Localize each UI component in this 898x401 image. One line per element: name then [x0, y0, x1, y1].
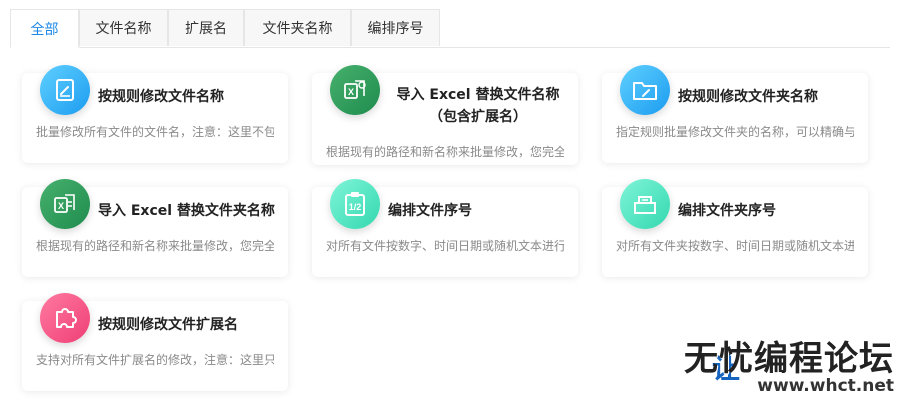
- card-title: 按规则修改文件名称: [98, 89, 224, 105]
- card-description: 支持对所有文件扩展名的修改，注意：这里只: [36, 353, 274, 367]
- card-folder-sequence[interactable]: 编排文件夹序号 对所有文件夹按数字、时间日期或随机文本进: [602, 179, 868, 277]
- edit-document-icon: [40, 65, 90, 115]
- tab-sequence[interactable]: 编排序号: [351, 9, 440, 46]
- watermark-title: 无忧编程论坛: [684, 339, 894, 379]
- card-rename-files[interactable]: 按规则修改文件名称 批量修改所有文件的文件名，注意：这里不包: [22, 65, 288, 163]
- card-title-line2: （包含扩展名）: [429, 109, 527, 125]
- watermark-url: www.whct.net: [757, 376, 894, 396]
- folder-edit-icon: [620, 65, 670, 115]
- card-rename-extension[interactable]: 按规则修改文件扩展名 支持对所有文件扩展名的修改，注意：这里只: [22, 293, 288, 391]
- svg-text:X: X: [348, 87, 354, 97]
- card-excel-replace-files[interactable]: X 导入 Excel 替换文件名称 （包含扩展名） 根据现有的路径和新名称来批量…: [312, 65, 578, 165]
- card-description: 对所有文件按数字、时间日期或随机文本进行: [326, 239, 564, 253]
- card-description: 根据现有的路径和新名称来批量修改，您完全: [326, 145, 564, 159]
- card-title-line1: 导入 Excel 替换文件名称: [396, 87, 560, 103]
- card-title: 导入 Excel 替换文件夹名称: [98, 203, 275, 219]
- card-title: 按规则修改文件扩展名: [98, 317, 238, 333]
- excel-replace-icon: X: [40, 179, 90, 229]
- card-title: 编排文件序号: [388, 203, 472, 219]
- excel-replace-icon: X: [330, 65, 380, 115]
- card-description: 指定规则批量修改文件夹的名称，可以精确与: [616, 125, 854, 139]
- tab-all[interactable]: 全部: [10, 9, 79, 48]
- puzzle-icon: [40, 293, 90, 343]
- clipboard-number-icon: 1/2: [330, 179, 380, 229]
- tab-extension[interactable]: 扩展名: [168, 9, 244, 46]
- tab-file-name[interactable]: 文件名称: [79, 9, 168, 46]
- card-excel-replace-folders[interactable]: X 导入 Excel 替换文件夹名称 根据现有的路径和新名称来批量修改，您完全: [22, 179, 288, 277]
- tab-folder-name[interactable]: 文件夹名称: [244, 9, 351, 46]
- svg-text:X: X: [58, 201, 64, 211]
- card-title: 导入 Excel 替换文件名称 （包含扩展名）: [388, 84, 568, 128]
- card-rename-folders[interactable]: 按规则修改文件夹名称 指定规则批量修改文件夹的名称，可以精确与: [602, 65, 868, 163]
- card-title: 编排文件夹序号: [678, 203, 776, 219]
- watermark: 无忧编程论坛 www.whct.net: [684, 342, 894, 395]
- card-description: 批量修改所有文件的文件名，注意：这里不包: [36, 125, 274, 139]
- tab-bar: 全部 文件名称 扩展名 文件夹名称 编排序号: [10, 8, 890, 48]
- card-title: 按规则修改文件夹名称: [678, 89, 818, 105]
- folder-number-icon: [620, 179, 670, 229]
- card-description: 对所有文件夹按数字、时间日期或随机文本进: [616, 239, 854, 253]
- svg-text:1/2: 1/2: [349, 202, 362, 212]
- card-description: 根据现有的路径和新名称来批量修改，您完全: [36, 239, 274, 253]
- card-file-sequence[interactable]: 1/2 编排文件序号 对所有文件按数字、时间日期或随机文本进行: [312, 179, 578, 277]
